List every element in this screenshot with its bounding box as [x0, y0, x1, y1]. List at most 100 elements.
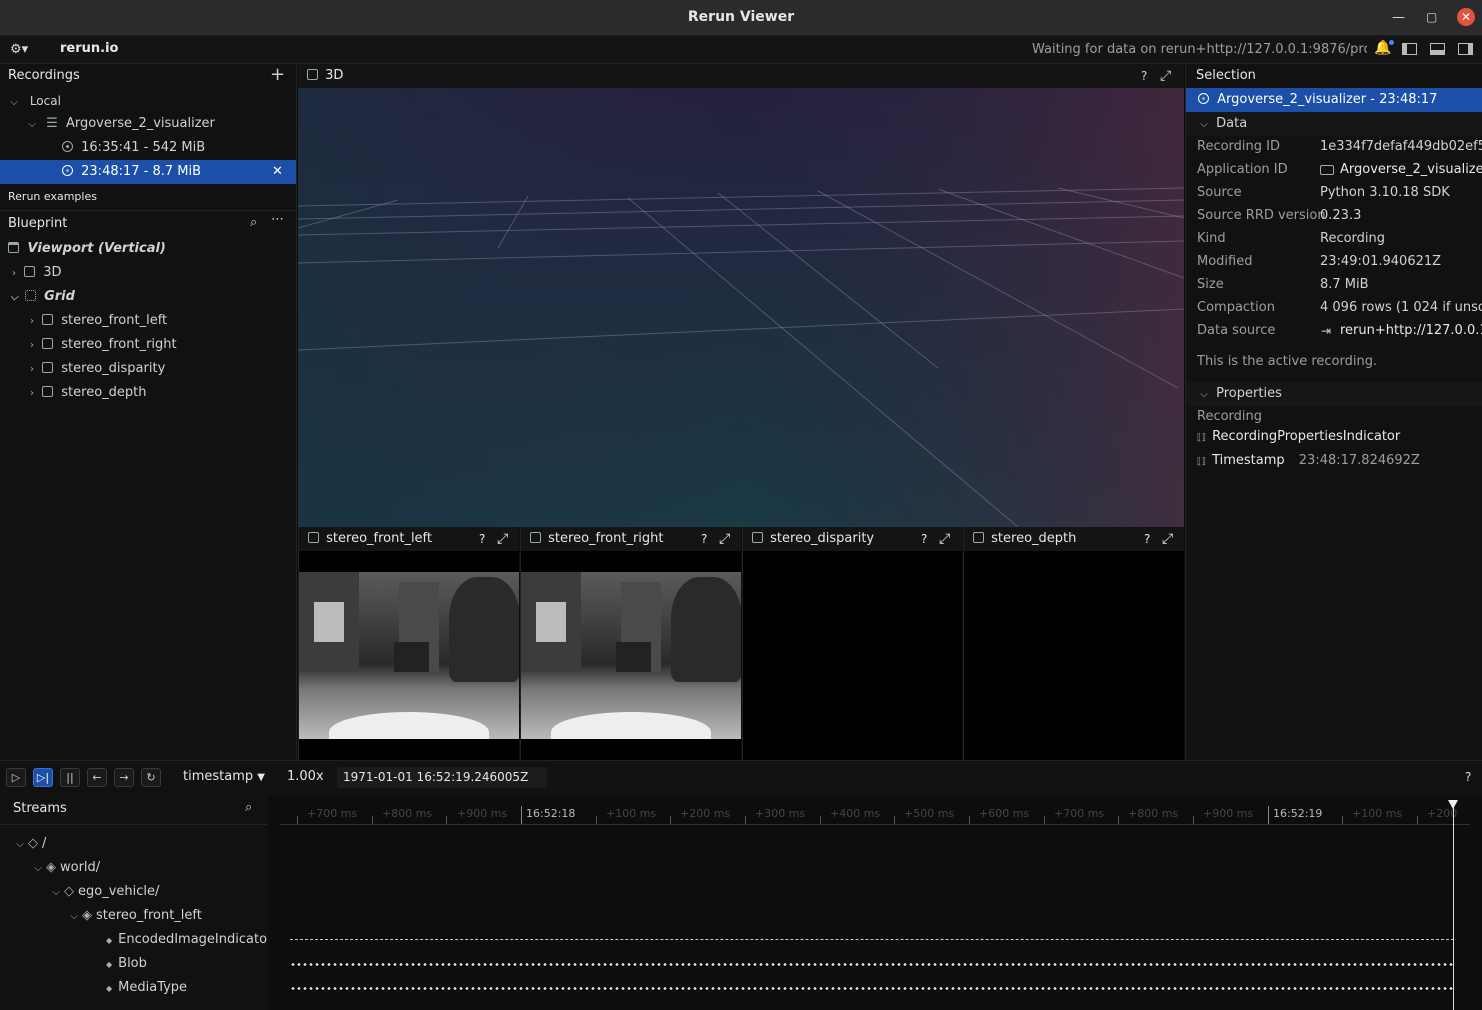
pause-icon[interactable]: || [60, 768, 80, 787]
stream-component[interactable]: ◆ Blob [106, 952, 147, 976]
blueprint-child-item[interactable]: › stereo_front_right [26, 333, 177, 357]
field-value: 8.7 MiB [1320, 277, 1369, 292]
field-value[interactable]: Argoverse_2_visualizer [1320, 158, 1482, 182]
playback-speed[interactable]: 1.00x [287, 769, 324, 784]
stream-entity[interactable]: ⌵ ◇ ego_vehicle/ [50, 880, 159, 904]
data-section-header[interactable]: ⌵ Data [1186, 112, 1482, 136]
selected-item[interactable]: Argoverse_2_visualizer - 23:48:17 [1186, 88, 1482, 112]
2d-view-icon [973, 532, 984, 543]
field-row: Data source rerun+http://127.0.0.1:9⇥ [1186, 319, 1482, 343]
toggle-bottom-panel-icon[interactable] [1430, 43, 1445, 55]
blueprint-child-item[interactable]: › stereo_front_left [26, 309, 167, 333]
maximize-view-icon[interactable]: ⤢ [1160, 64, 1171, 88]
stream-component[interactable]: ◆ MediaType [106, 976, 187, 1000]
minor-tick-label: +200 ms [680, 807, 731, 820]
help-icon[interactable]: ? [701, 527, 707, 551]
2d-view-icon [42, 314, 54, 325]
view-stereo-depth[interactable]: stereo_depth ? ⤢ [963, 527, 1184, 760]
component-icon: ⟦⟧ [1197, 457, 1206, 467]
stream-entity[interactable]: ⌵ ◈ world/ [32, 856, 100, 880]
view-stereo-front-left[interactable]: stereo_front_left ? ⤢ [298, 527, 519, 760]
field-value[interactable]: rerun+http://127.0.0.1:9 [1320, 319, 1482, 343]
chevron-down-icon: ⌵ [70, 911, 78, 922]
maximize-view-icon[interactable]: ⤢ [497, 527, 508, 551]
blueprint-child-label: stereo_front_right [61, 337, 177, 352]
help-icon[interactable]: ? [1465, 770, 1471, 784]
step-back-icon[interactable]: ← [87, 768, 107, 787]
help-icon[interactable]: ? [1141, 64, 1147, 88]
stream-label: stereo_front_left [96, 908, 202, 923]
viewport-item[interactable]: Viewport (Vertical) [8, 237, 166, 261]
maximize-view-icon[interactable]: ⤢ [719, 527, 730, 551]
time-cursor[interactable] [1453, 806, 1454, 1010]
help-icon[interactable]: ? [479, 527, 485, 551]
2d-view-icon [42, 386, 54, 397]
minimize-icon[interactable]: — [1392, 10, 1405, 25]
close-icon[interactable]: ✕ [1457, 8, 1475, 26]
app-row[interactable]: ⌵ ☰ Argoverse_2_visualizer [26, 112, 215, 136]
properties-section-header[interactable]: ⌵ Properties [1186, 382, 1482, 406]
chevron-right-icon: › [30, 340, 34, 351]
stream-entity[interactable]: ⌵ ◈ stereo_front_left [68, 904, 202, 928]
add-recording-icon[interactable]: + [270, 64, 285, 85]
rerun-menu-icon[interactable]: ⚙▾ [10, 42, 28, 57]
viewport-icon [8, 242, 19, 253]
blueprint-item-grid[interactable]: ⌵ Grid [8, 285, 75, 309]
major-tick-label: 16:52:19 [1273, 807, 1323, 820]
minor-tick-label: +400 ms [830, 807, 881, 820]
grid-icon [24, 290, 36, 301]
view-title: stereo_front_right [548, 531, 664, 546]
view-header: stereo_front_right ? ⤢ [521, 527, 741, 551]
maximize-view-icon[interactable]: ⤢ [1162, 527, 1173, 551]
stream-entity[interactable]: ⌵ ◇ / [14, 832, 46, 856]
view-stereo-front-right[interactable]: stereo_front_right ? ⤢ [520, 527, 741, 760]
chevron-right-icon: › [30, 364, 34, 375]
chevron-down-icon: ⌵ [1200, 389, 1208, 400]
rerun-examples-link[interactable]: Rerun examples [8, 185, 97, 209]
maximize-icon[interactable]: ▢ [1426, 10, 1437, 24]
ruler-tick [1193, 816, 1194, 824]
field-value: 23:49:01.940621Z [1320, 254, 1442, 269]
play-icon[interactable]: ▷ [6, 768, 26, 787]
view-3d[interactable]: 3D ? ⤢ [298, 64, 1184, 527]
window-titlebar: Rerun Viewer — ▢ ✕ [0, 0, 1482, 36]
close-recording-icon[interactable]: ✕ [272, 160, 283, 184]
chevron-down-icon: ⌵ [1200, 119, 1208, 130]
3d-canvas[interactable] [298, 88, 1184, 527]
blueprint-item-3d[interactable]: › 3D [8, 261, 62, 285]
help-icon[interactable]: ? [921, 527, 927, 551]
step-forward-icon[interactable]: → [114, 768, 134, 787]
blueprint-header: Blueprint [8, 216, 68, 231]
minor-tick-label: +700 ms [1054, 807, 1105, 820]
minor-tick-label: +800 ms [1128, 807, 1179, 820]
3d-view-icon [24, 266, 36, 277]
2d-view-icon [308, 532, 319, 543]
blueprint-child-item[interactable]: › stereo_depth [26, 381, 147, 405]
timeline-selector[interactable]: timestamp ▼ [183, 769, 265, 784]
current-time-field[interactable]: 1971-01-01 16:52:19.246005Z [337, 767, 547, 788]
stream-component[interactable]: ◆ EncodedImageIndicator [106, 928, 272, 952]
blueprint-child-item[interactable]: › stereo_disparity [26, 357, 165, 381]
follow-icon[interactable]: ▷| [33, 768, 53, 787]
connection-status: Waiting for data on rerun+http://127.0.0… [1032, 42, 1367, 57]
2d-view-icon [530, 532, 541, 543]
maximize-view-icon[interactable]: ⤢ [939, 527, 950, 551]
time-area[interactable] [268, 796, 1482, 1010]
property-indicator-label: RecordingPropertiesIndicator [1212, 429, 1401, 444]
recordings-header: Recordings [8, 68, 80, 83]
toggle-left-panel-icon[interactable] [1402, 43, 1417, 55]
more-options-icon[interactable]: ⋯ [271, 212, 284, 227]
recording-item[interactable]: 16:35:41 - 542 MiB [62, 136, 205, 160]
help-icon[interactable]: ? [1144, 527, 1150, 551]
local-group[interactable]: ⌵ Local [8, 89, 61, 113]
component-dot-icon: ◆ [106, 960, 113, 969]
search-icon[interactable]: ⌕ [245, 800, 252, 815]
selection-header: Selection [1196, 68, 1256, 83]
view-stereo-disparity[interactable]: stereo_disparity ? ⤢ [742, 527, 962, 760]
search-icon[interactable]: ⌕ [250, 215, 257, 230]
recording-item-selected[interactable]: 23:48:17 - 8.7 MiB ✕ [0, 160, 296, 184]
toggle-right-panel-icon[interactable] [1458, 43, 1473, 55]
loop-icon[interactable]: ↻ [141, 768, 161, 787]
rerun-io-link[interactable]: rerun.io [60, 41, 118, 56]
time-cursor-handle[interactable] [1448, 800, 1458, 809]
